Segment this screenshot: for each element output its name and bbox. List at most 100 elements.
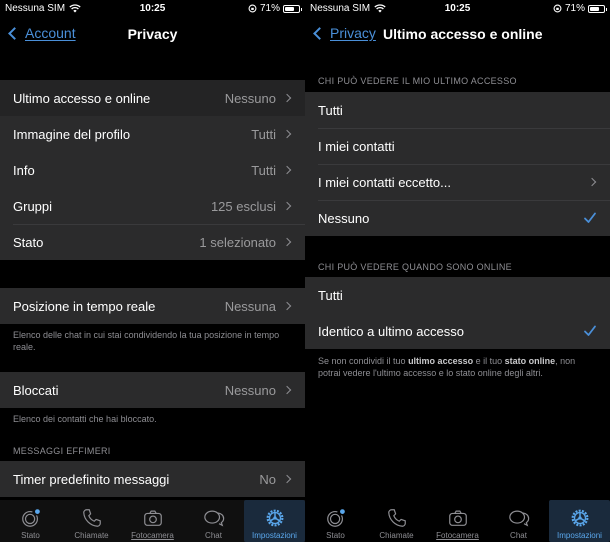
online-options-group: Tutti Identico a ultimo accesso: [305, 277, 610, 349]
status-icon: [326, 509, 345, 527]
row-value: Nessuna: [224, 298, 276, 314]
tab-label: Stato: [21, 531, 40, 540]
online-section-header: CHI PUÒ VEDERE QUANDO SONO ONLINE: [318, 262, 512, 272]
status-icon: [21, 509, 40, 527]
row-value: No: [259, 471, 276, 487]
privacy-settings-group: Ultimo accesso e online Nessuno Immagine…: [0, 80, 305, 260]
tab-impostazioni[interactable]: Impostazioni: [549, 500, 610, 542]
chat-bubbles-icon: [203, 510, 224, 527]
tab-chiamate[interactable]: Chiamate: [61, 500, 122, 542]
row-label: Info: [13, 162, 35, 178]
orientation-lock-icon: [553, 4, 562, 13]
tab-bar: Stato Chiamate Fotocamera Chat Impostazi…: [0, 500, 305, 542]
tab-label: Chat: [510, 531, 527, 540]
chevron-right-icon: [282, 301, 292, 311]
option-nessuno[interactable]: Nessuno: [305, 200, 610, 236]
row-groups[interactable]: Gruppi 125 esclusi: [0, 188, 305, 224]
blocked-footnote: Elenco dei contatti che hai bloccato.: [13, 414, 157, 424]
blocked-group: Bloccati Nessuno: [0, 372, 305, 408]
back-button[interactable]: Privacy: [311, 25, 376, 41]
chevron-right-icon: [282, 165, 292, 175]
phone-icon: [387, 509, 406, 527]
option-label: Tutti: [318, 102, 343, 118]
option-label: I miei contatti eccetto...: [318, 174, 451, 190]
row-last-seen[interactable]: Ultimo accesso e online Nessuno: [0, 80, 305, 116]
row-value: Nessuno: [224, 90, 276, 106]
tab-label: Chiamate: [74, 531, 109, 540]
live-location-footnote: Elenco delle chat in cui stai condividen…: [13, 330, 280, 352]
row-label: Posizione in tempo reale: [13, 298, 156, 314]
row-value: Tutti: [251, 126, 276, 142]
chevron-right-icon: [282, 201, 292, 211]
footnote-text: Se non condividi il tuo: [318, 356, 409, 366]
footnote-bold: stato online: [504, 356, 556, 366]
row-profile-photo[interactable]: Immagine del profilo Tutti: [0, 116, 305, 152]
tab-chiamate[interactable]: Chiamate: [366, 500, 427, 542]
tab-impostazioni[interactable]: Impostazioni: [244, 500, 305, 542]
last-seen-section-header: CHI PUÒ VEDERE IL MIO ULTIMO ACCESSO: [318, 76, 517, 86]
tab-label: Stato: [326, 531, 345, 540]
option-label: Nessuno: [318, 210, 370, 226]
camera-icon: [143, 510, 162, 526]
chevron-right-icon: [587, 177, 597, 187]
tab-label: Impostazioni: [252, 531, 297, 540]
chevron-right-icon: [282, 129, 292, 139]
tab-label: Fotocamera: [436, 531, 479, 540]
chevron-right-icon: [282, 237, 292, 247]
row-label: Immagine del profilo: [13, 126, 131, 142]
chevron-right-icon: [282, 93, 292, 103]
row-value: Tutti: [251, 162, 276, 178]
tab-label: Fotocamera: [131, 531, 174, 540]
row-label: Bloccati: [13, 382, 59, 398]
tab-stato[interactable]: Stato: [0, 500, 61, 542]
option-same-as-last-seen[interactable]: Identico a ultimo accesso: [305, 313, 610, 349]
option-my-contacts[interactable]: I miei contatti: [305, 128, 610, 164]
row-default-timer[interactable]: Timer predefinito messaggi No: [0, 461, 305, 497]
battery-icon: [588, 4, 607, 13]
chevron-right-icon: [282, 474, 292, 484]
status-bar: Nessuna SIM 10:25 71%: [0, 0, 305, 18]
page-title: Ultimo accesso e online: [383, 26, 543, 42]
option-online-tutti[interactable]: Tutti: [305, 277, 610, 313]
row-blocked[interactable]: Bloccati Nessuno: [0, 372, 305, 408]
tab-chat[interactable]: Chat: [183, 500, 244, 542]
tab-label: Chiamate: [379, 531, 414, 540]
option-tutti[interactable]: Tutti: [305, 92, 610, 128]
row-label: Stato: [13, 234, 44, 250]
page-title: Privacy: [127, 26, 178, 42]
row-label: Ultimo accesso e online: [13, 90, 151, 106]
tab-fotocamera[interactable]: Fotocamera: [427, 500, 488, 542]
ephemeral-section-header: MESSAGGI EFFIMERI: [13, 446, 111, 456]
gear-icon: [266, 509, 283, 527]
tab-label: Impostazioni: [557, 531, 602, 540]
option-label: Identico a ultimo accesso: [318, 323, 464, 339]
footnote-text: e il tuo: [473, 356, 505, 366]
gear-icon: [571, 509, 588, 527]
navigation-bar: Privacy Ultimo accesso e online: [305, 20, 610, 50]
tab-chat[interactable]: Chat: [488, 500, 549, 542]
checkmark-icon: [584, 212, 596, 223]
orientation-lock-icon: [248, 4, 257, 13]
row-label: Timer predefinito messaggi: [13, 471, 170, 487]
camera-icon: [448, 510, 467, 526]
tab-fotocamera[interactable]: Fotocamera: [122, 500, 183, 542]
checkmark-icon: [584, 325, 596, 336]
option-my-contacts-except[interactable]: I miei contatti eccetto...: [305, 164, 610, 200]
privacy-screen: Nessuna SIM 10:25 71% Account Privacy Ul…: [0, 0, 305, 542]
tab-bar: Stato Chiamate Fotocamera Chat Impostazi…: [305, 500, 610, 542]
row-label: Gruppi: [13, 198, 53, 214]
status-bar: Nessuna SIM 10:25 71%: [305, 0, 610, 18]
battery-percent: 71%: [564, 3, 585, 14]
row-live-location[interactable]: Posizione in tempo reale Nessuna: [0, 288, 305, 324]
last-seen-screen: Nessuna SIM 10:25 71% Privacy Ultimo acc…: [305, 0, 610, 542]
chat-bubbles-icon: [508, 510, 529, 527]
option-label: I miei contatti: [318, 138, 395, 154]
phone-icon: [82, 509, 101, 527]
row-status[interactable]: Stato 1 selezionato: [0, 224, 305, 260]
battery-icon: [283, 4, 302, 13]
tab-stato[interactable]: Stato: [305, 500, 366, 542]
last-seen-options-group: Tutti I miei contatti I miei contatti ec…: [305, 92, 610, 236]
navigation-bar: Account Privacy: [0, 20, 305, 50]
option-label: Tutti: [318, 287, 343, 303]
row-info[interactable]: Info Tutti: [0, 152, 305, 188]
